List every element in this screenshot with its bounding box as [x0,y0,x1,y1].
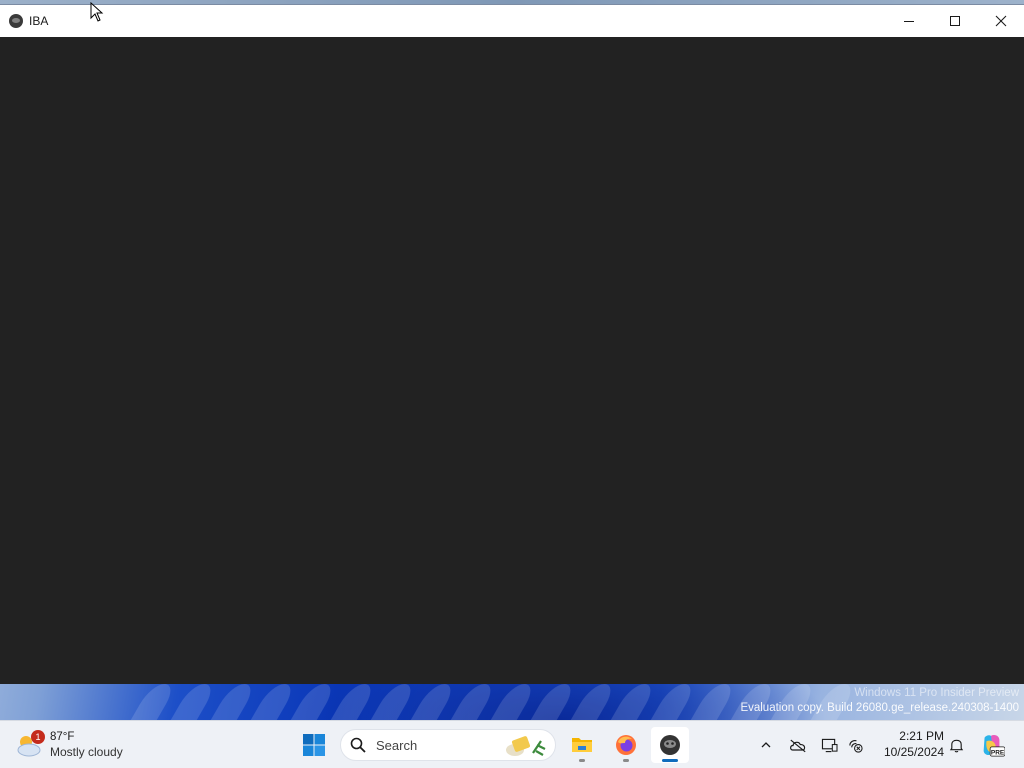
chevron-up-icon [761,742,771,748]
taskbar-app-iba[interactable] [651,727,689,763]
taskbar-search[interactable]: Search [340,729,556,761]
search-highlight-icon [506,736,546,756]
close-button[interactable] [978,5,1024,37]
weather-condition: Mostly cloudy [50,745,123,759]
mouse-cursor-icon [90,2,104,22]
onedrive-tray-button[interactable] [786,733,810,757]
minimize-button[interactable] [886,5,932,37]
running-indicator [623,759,629,762]
os-watermark: Windows 11 Pro Insider Preview Evaluatio… [740,686,1019,716]
clock-date: 10/25/2024 [883,745,944,759]
partly-cloudy-icon: 1 [14,730,45,759]
minimize-icon [904,21,914,22]
onedrive-offline-icon [790,739,806,752]
app-content-area[interactable] [0,37,1024,684]
window-titlebar[interactable]: IBA [0,5,1024,37]
bell-icon [949,739,963,752]
taskbar-app-firefox[interactable] [607,727,645,763]
search-icon [350,737,366,753]
start-button[interactable] [298,729,330,761]
show-hidden-icons-button[interactable] [754,733,778,757]
display-icon [821,738,838,752]
taskbar-clock[interactable]: 2:21 PM 10/25/2024 [872,728,944,760]
watermark-build: Evaluation copy. Build 26080.ge_release.… [740,702,1019,714]
window-title: IBA [29,14,49,28]
iba-app-icon [660,735,680,755]
network-tray-button[interactable] [843,733,867,757]
running-indicator [579,759,585,762]
file-explorer-icon [572,738,592,752]
iba-app-icon [9,14,23,28]
watermark-edition: Windows 11 Pro Insider Preview [854,687,1019,699]
search-placeholder: Search [376,737,418,753]
window-controls [886,5,1024,37]
firefox-icon [616,735,636,755]
display-tray-button[interactable] [817,733,841,757]
windows-start-icon [303,734,325,756]
maximize-icon [950,16,960,26]
svg-text:PRE: PRE [991,749,1005,756]
notifications-button[interactable] [944,733,968,757]
copilot-pre-icon: PRE [983,735,1005,757]
maximize-button[interactable] [932,5,978,37]
weather-widget[interactable]: 1 87°F Mostly cloudy [14,726,123,764]
weather-temperature: 87°F [50,731,75,743]
weather-badge: 1 [31,730,45,744]
clock-time: 2:21 PM [899,729,944,743]
close-icon [995,15,1007,27]
taskbar-app-file-explorer[interactable] [563,727,601,763]
network-disconnected-icon [848,739,863,753]
active-indicator [662,759,678,762]
app-window: IBA [0,4,1024,684]
taskbar: 1 87°F Mostly cloudy Search 2:21 PM 10/2… [0,720,1024,768]
copilot-button[interactable]: PRE [978,731,1006,759]
